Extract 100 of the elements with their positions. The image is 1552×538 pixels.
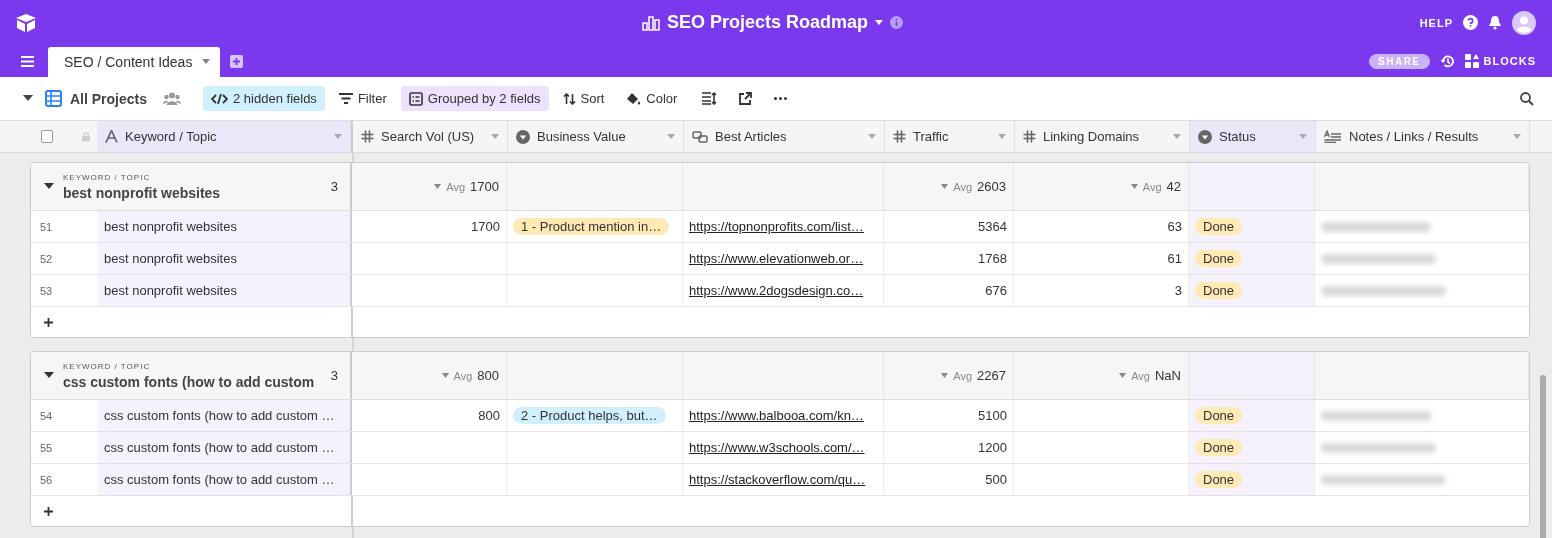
- caret-icon[interactable]: [1119, 373, 1127, 378]
- column-header[interactable]: Business Value: [508, 121, 684, 152]
- caret-icon[interactable]: [1130, 184, 1138, 189]
- hash-icon: [1023, 130, 1036, 143]
- dropdown-icon: [1198, 129, 1212, 144]
- column-header[interactable]: Keyword / Topic: [97, 121, 351, 152]
- filter-icon: [338, 93, 353, 104]
- caret-icon[interactable]: [875, 19, 884, 26]
- collapse-caret-icon[interactable]: [44, 183, 54, 190]
- table-cell: best nonprofit websites: [98, 243, 352, 274]
- base-title[interactable]: SEO Projects Roadmap: [667, 12, 869, 33]
- add-tab-icon[interactable]: [230, 55, 244, 68]
- column-label[interactable]: Search Vol (US): [381, 129, 475, 144]
- table-cell: 676: [884, 275, 1014, 306]
- row-number: 52: [39, 251, 54, 267]
- grid-view-icon: [45, 90, 62, 107]
- add-row-icon[interactable]: [44, 317, 53, 327]
- table-cell: best nonprofit websites: [98, 211, 352, 242]
- add-row-icon[interactable]: [44, 506, 53, 516]
- avatar-icon[interactable]: [1512, 10, 1536, 35]
- column-label[interactable]: Business Value: [537, 129, 626, 144]
- group-title: best nonprofit websites: [63, 184, 222, 201]
- column-header[interactable]: Status: [1190, 121, 1316, 152]
- summary-label: Avg: [953, 369, 973, 382]
- view-name[interactable]: All Projects: [70, 90, 148, 107]
- article-link[interactable]: https://topnonprofits.com/list…: [689, 219, 864, 234]
- column-label[interactable]: Linking Domains: [1043, 129, 1140, 144]
- value-tag: 1 - Product mention in…: [513, 218, 670, 235]
- summary-cell[interactable]: Avg 2267: [884, 352, 1014, 399]
- column-header[interactable]: Traffic: [885, 121, 1015, 152]
- blocks-button[interactable]: BLOCKS: [1464, 54, 1536, 68]
- summary-value: 1700: [470, 179, 499, 194]
- filter-button[interactable]: Filter: [330, 86, 395, 111]
- article-link[interactable]: https://www.w3schools.com/…: [689, 440, 865, 455]
- caret-icon[interactable]: [202, 59, 211, 65]
- column-header[interactable]: Notes / Links / Results: [1316, 121, 1530, 152]
- select-all-checkbox[interactable]: [41, 130, 53, 143]
- table-cell: 5100: [884, 400, 1014, 431]
- table-cell: 500: [884, 464, 1014, 495]
- summary-cell[interactable]: Avg 2603: [884, 163, 1014, 210]
- article-link[interactable]: https://www.2dogsdesign.co…: [689, 283, 864, 298]
- link-icon: [692, 130, 708, 143]
- hash-icon: [361, 130, 374, 143]
- summary-cell[interactable]: Avg 1700: [352, 163, 507, 210]
- hash-icon: [893, 130, 906, 143]
- status-tag: Done: [1195, 218, 1243, 235]
- article-link[interactable]: https://www.balbooa.com/kn…: [689, 408, 864, 423]
- list-icon: [408, 91, 423, 106]
- status-tag: Done: [1195, 439, 1243, 456]
- column-label[interactable]: Status: [1219, 129, 1256, 144]
- group-count: 3: [330, 179, 338, 194]
- status-tag: Done: [1195, 250, 1243, 267]
- share-view-icon[interactable]: [739, 92, 753, 105]
- table-cell: best nonprofit websites: [98, 275, 352, 306]
- sort-button[interactable]: Sort: [554, 86, 613, 111]
- column-label[interactable]: Traffic: [913, 129, 949, 144]
- scrollbar-thumb[interactable]: [1540, 375, 1546, 538]
- row-height-icon[interactable]: [702, 92, 718, 105]
- help-icon[interactable]: [1463, 15, 1478, 30]
- table-cell: css custom fonts (how to add custom …: [98, 432, 352, 463]
- hidden-fields-button[interactable]: 2 hidden fields: [203, 86, 325, 111]
- row-number: 54: [39, 408, 54, 424]
- collapse-caret-icon[interactable]: [23, 95, 33, 102]
- help-link[interactable]: HELP: [1419, 16, 1453, 29]
- table-cell: 5364: [884, 211, 1014, 242]
- table-cell: 800: [352, 400, 507, 431]
- table-tab[interactable]: SEO / Content Ideas: [48, 47, 221, 77]
- tab-label[interactable]: SEO / Content Ideas: [64, 54, 193, 70]
- column-header[interactable]: Search Vol (US): [353, 121, 508, 152]
- caret-icon[interactable]: [434, 184, 442, 189]
- more-icon[interactable]: [774, 97, 788, 100]
- summary-cell[interactable]: Avg 800: [352, 352, 507, 399]
- code-icon: [211, 92, 229, 105]
- table-cell: css custom fonts (how to add custom …: [98, 400, 352, 431]
- article-link[interactable]: https://stackoverflow.com/qu…: [689, 472, 866, 487]
- summary-label: Avg: [1131, 369, 1150, 382]
- column-header[interactable]: Best Articles: [684, 121, 885, 152]
- column-label[interactable]: Best Articles: [715, 129, 787, 144]
- color-button[interactable]: Color: [618, 86, 686, 111]
- lock-icon: [81, 131, 90, 142]
- summary-label: Avg: [953, 180, 973, 193]
- collapse-caret-icon[interactable]: [44, 372, 54, 379]
- caret-icon[interactable]: [441, 373, 449, 378]
- group-button[interactable]: Grouped by 2 fields: [400, 86, 549, 111]
- people-icon[interactable]: [163, 92, 182, 105]
- text-field-icon: [105, 130, 118, 143]
- search-icon[interactable]: [1520, 91, 1534, 106]
- history-icon[interactable]: [1439, 53, 1455, 69]
- table-cell: css custom fonts (how to add custom …: [98, 464, 352, 495]
- menu-icon[interactable]: [21, 56, 34, 67]
- column-label[interactable]: Notes / Links / Results: [1349, 129, 1479, 144]
- article-link[interactable]: https://www.elevationweb.or…: [689, 251, 864, 266]
- bell-icon[interactable]: [1488, 15, 1502, 30]
- bar-chart-icon: [642, 14, 660, 31]
- dropdown-icon: [516, 129, 530, 144]
- caret-icon[interactable]: [941, 373, 949, 378]
- column-label[interactable]: Keyword / Topic: [125, 129, 217, 144]
- caret-icon[interactable]: [941, 184, 949, 189]
- box-logo-icon[interactable]: [15, 12, 37, 33]
- info-icon[interactable]: [890, 16, 904, 29]
